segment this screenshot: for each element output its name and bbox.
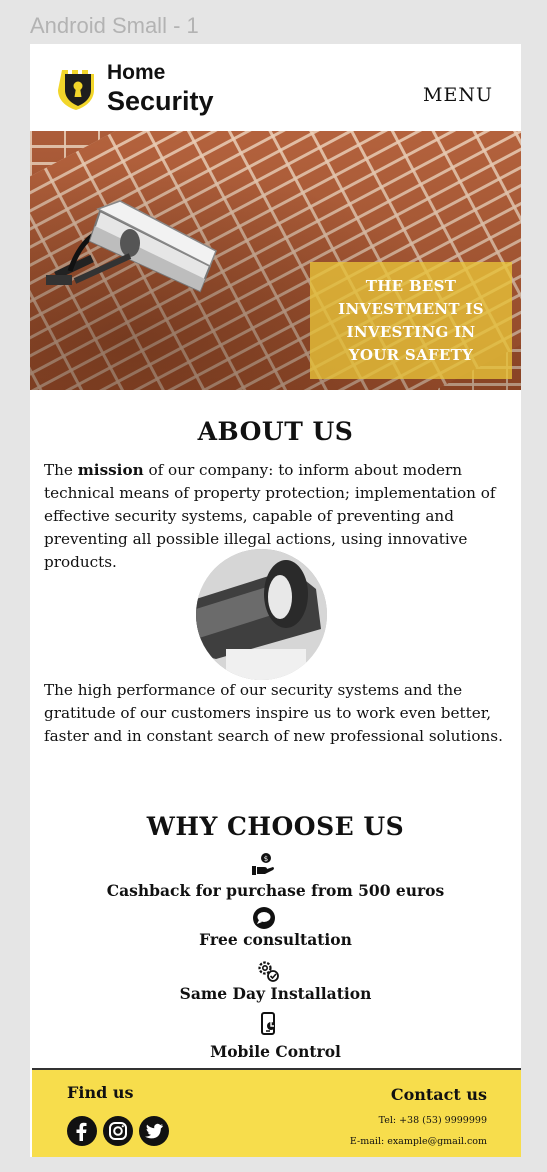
about-paragraph-2: The high performance of our security sys…	[44, 681, 503, 745]
footer: Find us Contact us Tel: +38 (53) 9999999…	[32, 1068, 521, 1157]
feature-label: Free consultation	[199, 930, 352, 949]
contact-us-title: Contact us	[390, 1085, 487, 1104]
frame-label: Android Small - 1	[30, 13, 199, 38]
gears-check-icon	[258, 961, 279, 982]
brand-title-security: Security	[107, 86, 214, 116]
hero-tagline-box: THE BEST INVESTMENT IS INVESTING IN YOUR…	[310, 262, 512, 379]
find-us-title: Find us	[67, 1083, 134, 1102]
feature-label: Mobile Control	[210, 1042, 341, 1061]
camera-closeup-icon	[196, 549, 327, 680]
contact-phone[interactable]: Tel: +38 (53) 9999999	[379, 1115, 487, 1126]
about-title: ABOUT US	[197, 417, 354, 446]
contact-email[interactable]: E-mail: example@gmail.com	[350, 1136, 487, 1147]
cashback-hand-icon: $	[252, 853, 274, 875]
about-p1-bold: mission	[77, 461, 144, 479]
instagram-icon[interactable]	[103, 1116, 133, 1146]
mobile-control-icon	[261, 1012, 275, 1035]
shield-keyhole-logo-icon	[58, 70, 94, 110]
facebook-icon[interactable]	[67, 1116, 97, 1146]
feature-label: Same Day Installation	[179, 984, 372, 1003]
about-p1-lead: The	[44, 461, 78, 479]
hero-tagline: THE BEST INVESTMENT IS INVESTING IN YOUR…	[338, 276, 484, 364]
mobile-page: Home Security MENU THE BEST INVESTMENT I…	[30, 44, 521, 1157]
chat-bubble-icon	[253, 907, 275, 929]
why-title: WHY CHOOSE US	[146, 812, 405, 841]
svg-text:$: $	[264, 855, 268, 863]
hero-banner: THE BEST INVESTMENT IS INVESTING IN YOUR…	[30, 131, 521, 390]
twitter-icon[interactable]	[139, 1116, 169, 1146]
security-camera-icon	[46, 200, 217, 293]
camera-photo-circle	[196, 549, 327, 680]
brand-title-home: Home	[107, 61, 166, 84]
menu-button[interactable]: MENU	[423, 84, 493, 106]
feature-label: Cashback for purchase from 500 euros	[106, 881, 445, 900]
